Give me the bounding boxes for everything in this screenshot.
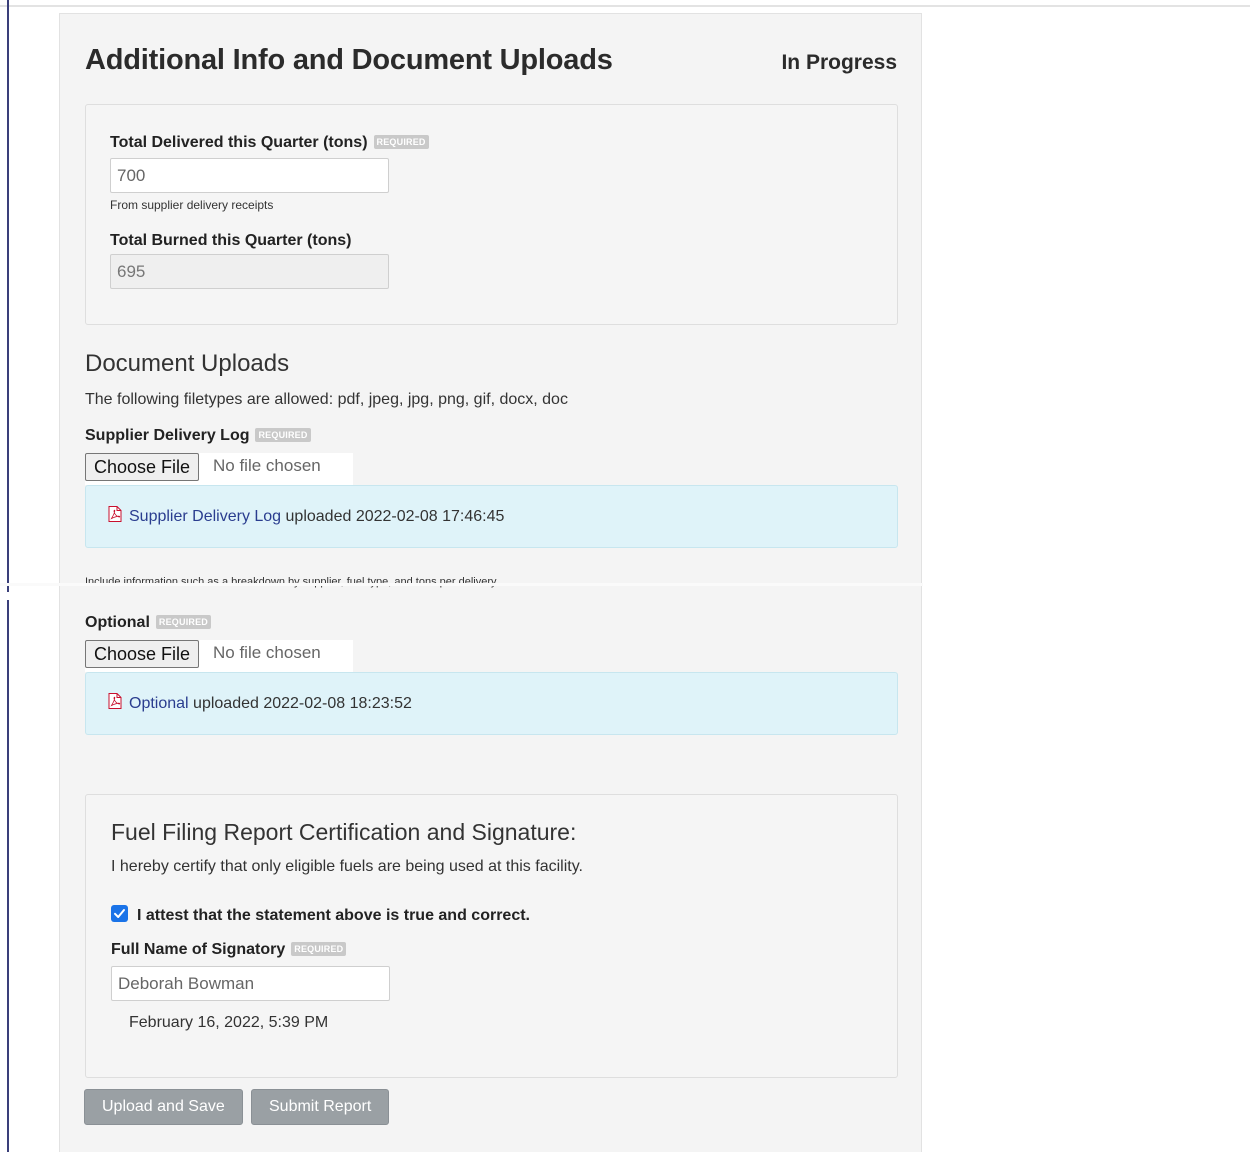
left-border [7,0,9,1152]
required-badge: REQUIRED [155,615,211,629]
top-divider [0,5,1250,7]
supplier-log-help-text: Include information such as a breakdown … [85,576,497,588]
burned-input: 695 [110,254,389,289]
signatory-input[interactable]: Deborah Bowman [111,966,390,1001]
pdf-file-icon [108,693,122,709]
required-badge: REQUIRED [373,135,429,149]
delivered-help-text: From supplier delivery receipts [110,198,274,212]
checkmark-icon [114,909,125,918]
signatory-label: Full Name of Signatory REQUIRED [111,941,347,959]
certification-statement: I hereby certify that only eligible fuel… [111,858,583,875]
delivered-label: Total Delivered this Quarter (tons) REQUI… [110,134,429,152]
status-label: In Progress [781,51,897,74]
required-badge: REQUIRED [291,942,347,956]
supplier-log-upload-status: Supplier Delivery Log uploaded 2022-02-0… [129,508,504,526]
no-file-chosen-text: No file chosen [213,456,321,475]
upload-timestamp: uploaded 2022-02-08 17:46:45 [281,508,505,525]
choose-file-button[interactable]: Choose File [85,453,200,481]
document-uploads-heading: Document Uploads [85,350,290,377]
supplier-log-file-input: Choose File No file chosen [85,453,353,485]
submit-report-button[interactable]: Submit Report [251,1089,390,1125]
left-border-gap [6,592,10,600]
attest-label: I attest that the statement above is tru… [137,907,530,924]
certification-heading: Fuel Filing Report Certification and Sig… [111,819,577,845]
allowed-filetypes-text: The following filetypes are allowed: pdf… [85,391,568,408]
pdf-file-icon [108,506,122,522]
no-file-chosen-text: No file chosen [213,643,321,662]
optional-file-input: Choose File No file chosen [85,640,353,672]
choose-file-button[interactable]: Choose File [85,640,200,668]
delivered-input[interactable]: 700 [110,158,389,193]
optional-upload-status: Optional uploaded 2022-02-08 18:23:52 [129,695,412,713]
delivered-label-text: Total Delivered this Quarter (tons) [110,134,368,151]
supplier-log-label: Supplier Delivery Log REQUIRED [85,427,311,445]
upload-timestamp: uploaded 2022-02-08 18:23:52 [188,695,412,712]
attest-checkbox[interactable] [111,905,128,922]
panel-break [0,583,923,586]
quarter-totals-well: Total Delivered this Quarter (tons) REQUI… [85,104,898,325]
optional-label-text: Optional [85,614,150,631]
supplier-log-uploaded-box: Supplier Delivery Log uploaded 2022-02-0… [85,485,898,548]
signature-timestamp: February 16, 2022, 5:39 PM [129,1014,329,1031]
supplier-log-file-link[interactable]: Supplier Delivery Log [129,508,281,525]
page-title: Additional Info and Document Uploads [85,44,613,76]
required-badge: REQUIRED [255,428,311,442]
optional-uploaded-box: Optional uploaded 2022-02-08 18:23:52 [85,672,898,735]
supplier-log-label-text: Supplier Delivery Log [85,427,250,444]
upload-and-save-button[interactable]: Upload and Save [84,1089,243,1125]
optional-label: Optional REQUIRED [85,614,211,632]
optional-file-link[interactable]: Optional [129,695,189,712]
certification-well: Fuel Filing Report Certification and Sig… [85,794,898,1078]
signatory-label-text: Full Name of Signatory [111,941,286,958]
burned-label: Total Burned this Quarter (tons) [110,232,352,249]
